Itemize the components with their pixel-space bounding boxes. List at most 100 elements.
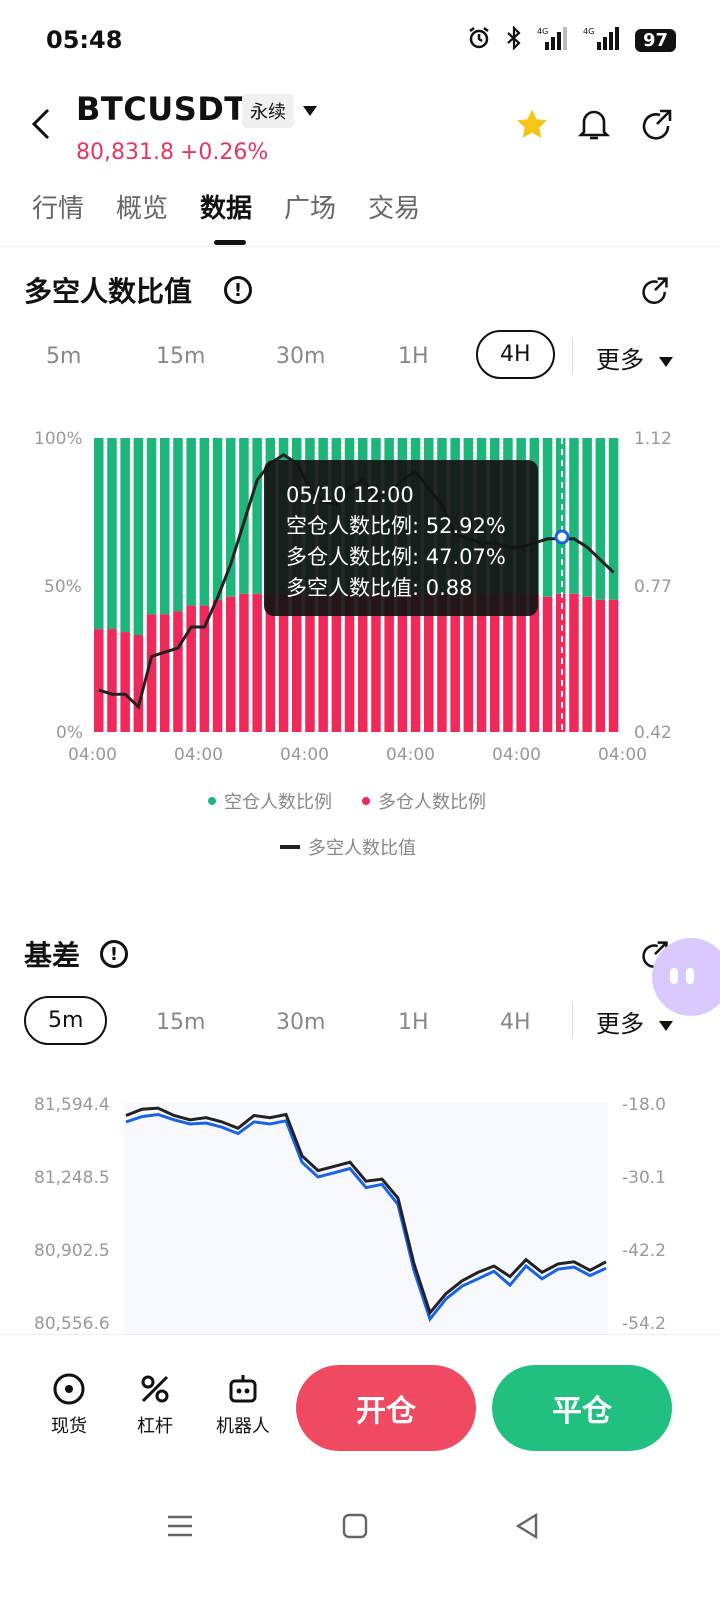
favorite-star-icon[interactable]	[514, 108, 550, 146]
short-ratio-bar	[556, 438, 566, 594]
tab-overview[interactable]: 概览	[116, 188, 168, 225]
status-icons: 4G 4G 97	[467, 25, 676, 54]
signal-4g-icon-2: 4G	[581, 26, 621, 54]
ratio-share-icon[interactable]	[640, 276, 670, 310]
long-ratio-bar	[608, 599, 619, 732]
y-left-tick: 0%	[56, 723, 83, 743]
tab-square[interactable]: 广场	[284, 188, 336, 225]
bottom-action-bar: 现货 杠杆 机器人 开仓 平仓	[0, 1334, 720, 1495]
short-ratio-bar	[212, 438, 223, 600]
long-ratio-bar	[252, 593, 262, 732]
bell-icon[interactable]	[577, 106, 611, 146]
legend-line-black	[280, 845, 300, 849]
long-ratio-bar	[107, 629, 117, 732]
ratio-section-title: 多空人数比值	[24, 275, 193, 308]
short-ratio-bar	[569, 438, 579, 594]
menu-icon[interactable]	[166, 1512, 194, 1544]
basis-tf-30m[interactable]: 30m	[276, 1010, 325, 1035]
x-tick: 04:00	[280, 745, 329, 765]
basis-tf-15m[interactable]: 15m	[156, 1010, 205, 1035]
short-ratio-bar	[120, 438, 130, 633]
back-icon[interactable]	[30, 106, 54, 146]
back-nav-icon[interactable]	[514, 1512, 540, 1544]
contract-type-tag[interactable]: 永续	[242, 94, 294, 128]
basis-tf-1h[interactable]: 1H	[398, 1010, 429, 1035]
long-ratio-bar	[226, 596, 236, 732]
tab-quotes[interactable]: 行情	[32, 188, 84, 225]
y-left-tick: 100%	[34, 429, 83, 449]
close-position-button[interactable]: 平仓	[492, 1365, 672, 1451]
long-ratio-bar	[556, 593, 566, 732]
margin-label: 杠杆	[137, 1416, 173, 1437]
legend-ratio[interactable]: 多空人数比值	[280, 834, 416, 860]
basis-info-icon[interactable]: !	[100, 940, 128, 968]
long-ratio-bar	[542, 596, 553, 732]
long-ratio-bar	[94, 629, 104, 732]
bot-label: 机器人	[216, 1416, 270, 1437]
ratio-more-label: 更多	[596, 346, 644, 374]
legend-short[interactable]: 空仓人数比例	[208, 788, 332, 814]
spot-label: 现货	[51, 1416, 87, 1437]
basis-tf-5m[interactable]: 5m	[24, 996, 108, 1045]
tooltip-datetime: 05/10 12:00	[286, 483, 414, 507]
ratio-tf-1h[interactable]: 1H	[398, 344, 429, 369]
basis-more-dropdown[interactable]: 更多	[596, 1004, 674, 1039]
tab-data[interactable]: 数据	[200, 188, 252, 225]
bot-shortcut[interactable]: 机器人	[212, 1371, 274, 1438]
alarm-icon	[467, 26, 491, 54]
long-ratio-bar	[173, 611, 183, 732]
short-ratio-bar	[173, 438, 183, 612]
long-ratio-bar	[133, 634, 144, 732]
home-icon[interactable]	[342, 1512, 368, 1544]
tab-trade[interactable]: 交易	[368, 188, 420, 225]
basis-tf-separator	[572, 1002, 573, 1038]
status-time: 05:48	[46, 26, 123, 54]
x-tick: 04:00	[386, 745, 435, 765]
legend-short-label: 空仓人数比例	[224, 792, 332, 813]
y-left-tick: 50%	[44, 577, 82, 597]
spot-shortcut[interactable]: 现货	[42, 1371, 96, 1438]
leverage-icon	[141, 1375, 169, 1403]
x-tick: 04:00	[174, 745, 223, 765]
long-ratio-bar	[212, 599, 223, 732]
ratio-tf-4h[interactable]: 4H	[476, 330, 555, 379]
long-ratio-bar	[569, 593, 579, 732]
symbol-dropdown-icon[interactable]	[302, 102, 318, 121]
long-ratio-bar	[120, 632, 130, 732]
long-ratio-bar	[239, 593, 249, 732]
ratio-tf-15m[interactable]: 15m	[156, 344, 205, 369]
basis-chart[interactable]: 81,594.4 81,248.5 80,902.5 80,556.6 -18.…	[0, 1086, 720, 1334]
short-ratio-bar	[160, 438, 170, 615]
basis-section-title: 基差	[24, 939, 81, 972]
short-ratio-bar	[133, 438, 144, 635]
y-right-tick: -18.0	[622, 1095, 666, 1115]
ratio-tf-5m[interactable]: 5m	[46, 344, 81, 369]
ratio-tf-30m[interactable]: 30m	[276, 344, 325, 369]
symbol-title: BTCUSDT	[76, 90, 247, 128]
y-right-tick: 0.42	[634, 723, 672, 743]
legend-dot-red	[362, 797, 370, 805]
basis-tf-4h[interactable]: 4H	[500, 1010, 531, 1035]
short-ratio-bar	[608, 438, 619, 600]
y-right-tick: -54.2	[622, 1314, 666, 1334]
ratio-more-dropdown[interactable]: 更多	[596, 340, 674, 375]
basis-more-label: 更多	[596, 1010, 644, 1038]
short-ratio-bar	[94, 438, 104, 630]
long-ratio-bar	[595, 599, 606, 732]
open-position-button[interactable]: 开仓	[296, 1365, 476, 1451]
battery-indicator: 97	[634, 28, 676, 52]
basis-plot-bg	[124, 1102, 608, 1334]
margin-shortcut[interactable]: 杠杆	[128, 1371, 182, 1438]
bluetooth-icon	[505, 25, 523, 54]
y-right-tick: -42.2	[622, 1241, 666, 1261]
legend-long[interactable]: 多仓人数比例	[362, 788, 486, 814]
y-left-tick: 80,902.5	[34, 1241, 110, 1261]
long-ratio-bar	[186, 605, 196, 732]
tooltip-ls-ratio: 多空人数比值: 0.88	[286, 576, 473, 600]
x-tick: 04:00	[598, 745, 647, 765]
share-icon[interactable]	[640, 108, 674, 146]
info-icon[interactable]: !	[224, 276, 252, 304]
short-ratio-bar	[199, 438, 210, 606]
y-right-tick: 0.77	[634, 577, 672, 597]
y-right-tick: 1.12	[634, 429, 672, 449]
